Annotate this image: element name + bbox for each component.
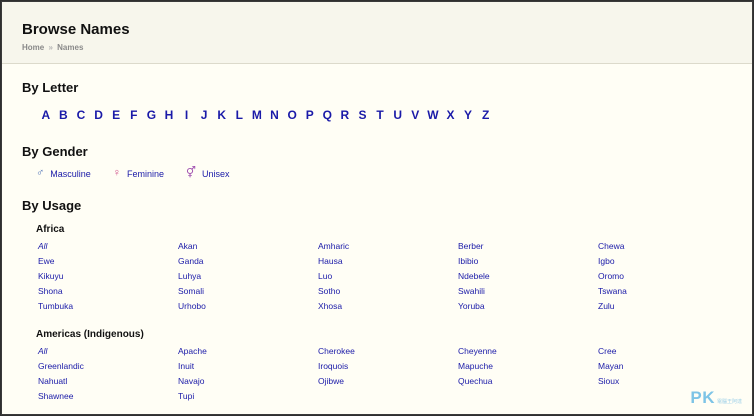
usage-link[interactable]: Cherokee <box>318 344 458 359</box>
letter-link-b[interactable]: B <box>58 108 70 122</box>
page-title: Browse Names <box>22 21 130 38</box>
gender-list: ♂ Masculine ♀ Feminine ⚥ Unisex <box>36 168 252 179</box>
usage-link[interactable]: Mayan <box>598 359 738 374</box>
letter-link-t[interactable]: T <box>374 108 386 122</box>
usage-link[interactable]: Sotho <box>318 284 458 299</box>
usage-link[interactable]: Navajo <box>178 374 318 389</box>
letter-link-a[interactable]: A <box>40 108 52 122</box>
unisex-icon: ⚥ <box>186 167 196 179</box>
usage-link[interactable]: Amharic <box>318 239 458 254</box>
usage-grid-africa: All Akan Amharic Berber Chewa Ewe Ganda Hausa Ib… <box>38 239 738 314</box>
letter-link-h[interactable]: H <box>163 108 175 122</box>
usage-link[interactable]: Urhobo <box>178 299 318 314</box>
usage-link[interactable]: Igbo <box>598 254 738 269</box>
letter-link-n[interactable]: N <box>269 108 281 122</box>
gender-link-label[interactable]: Feminine <box>127 169 164 179</box>
usage-link[interactable]: Somali <box>178 284 318 299</box>
by-gender-heading: By Gender <box>22 144 88 159</box>
usage-link[interactable]: Luhya <box>178 269 318 284</box>
usage-link[interactable]: Luo <box>318 269 458 284</box>
gender-link-label[interactable]: Masculine <box>50 169 91 179</box>
letter-link-q[interactable]: Q <box>322 108 334 122</box>
letter-link-y[interactable]: Y <box>462 108 474 122</box>
letter-link-r[interactable]: R <box>339 108 351 122</box>
letter-link-o[interactable]: O <box>286 108 298 122</box>
usage-link[interactable]: Nahuatl <box>38 374 178 389</box>
usage-link[interactable]: Shona <box>38 284 178 299</box>
letter-link-x[interactable]: X <box>445 108 457 122</box>
letter-link-d[interactable]: D <box>93 108 105 122</box>
usage-grid-americas: All Apache Cherokee Cheyenne Cree Greenlandic… <box>38 344 738 404</box>
usage-link[interactable]: All <box>38 344 178 359</box>
usage-link[interactable]: Hausa <box>318 254 458 269</box>
usage-link[interactable]: Cree <box>598 344 738 359</box>
letter-link-m[interactable]: M <box>251 108 263 122</box>
letter-link-p[interactable]: P <box>304 108 316 122</box>
letter-link-c[interactable]: C <box>75 108 87 122</box>
letter-link-z[interactable]: Z <box>480 108 492 122</box>
usage-link[interactable]: Oromo <box>598 269 738 284</box>
letter-link-s[interactable]: S <box>357 108 369 122</box>
page-frame: Browse Names Home » Names By Letter ABCD… <box>1 1 753 415</box>
by-letter-heading: By Letter <box>22 80 79 95</box>
gender-item-unisex[interactable]: ⚥ Unisex <box>186 168 229 179</box>
gender-item-masculine[interactable]: ♂ Masculine <box>36 168 91 179</box>
letter-link-i[interactable]: I <box>181 108 193 122</box>
letter-link-e[interactable]: E <box>110 108 122 122</box>
letter-list: ABCDEFGHIJKLMNOPQRSTUVWXYZ <box>40 108 497 122</box>
gender-item-feminine[interactable]: ♀ Feminine <box>113 168 164 179</box>
usage-link[interactable]: Ganda <box>178 254 318 269</box>
usage-link[interactable]: Chewa <box>598 239 738 254</box>
usage-group-heading-americas: Americas (Indigenous) <box>36 329 144 340</box>
usage-link[interactable]: Ojibwe <box>318 374 458 389</box>
usage-link[interactable]: Kikuyu <box>38 269 178 284</box>
letter-link-v[interactable]: V <box>409 108 421 122</box>
usage-link[interactable]: Ibibio <box>458 254 598 269</box>
usage-link[interactable]: Tupi <box>178 389 318 404</box>
usage-link[interactable]: Tswana <box>598 284 738 299</box>
usage-link[interactable]: Yoruba <box>458 299 598 314</box>
letter-link-j[interactable]: J <box>198 108 210 122</box>
usage-link[interactable]: Akan <box>178 239 318 254</box>
usage-link[interactable]: Swahili <box>458 284 598 299</box>
usage-group-heading-africa: Africa <box>36 224 65 235</box>
letter-link-l[interactable]: L <box>234 108 246 122</box>
gender-link-label[interactable]: Unisex <box>202 169 230 179</box>
usage-link[interactable]: Ewe <box>38 254 178 269</box>
usage-link[interactable]: Xhosa <box>318 299 458 314</box>
usage-link[interactable]: Cheyenne <box>458 344 598 359</box>
by-usage-heading: By Usage <box>22 198 82 213</box>
breadcrumb-home-link[interactable]: Home <box>22 43 44 52</box>
usage-link[interactable]: Greenlandic <box>38 359 178 374</box>
usage-link[interactable]: Ndebele <box>458 269 598 284</box>
feminine-icon: ♀ <box>112 167 122 179</box>
usage-link[interactable]: Mapuche <box>458 359 598 374</box>
usage-link[interactable]: Berber <box>458 239 598 254</box>
usage-link[interactable]: Tumbuka <box>38 299 178 314</box>
usage-link[interactable]: Apache <box>178 344 318 359</box>
watermark-logo: PK 電腦王阿達 <box>690 388 742 407</box>
usage-link[interactable]: Sioux <box>598 374 738 389</box>
letter-link-k[interactable]: K <box>216 108 228 122</box>
usage-link[interactable]: Iroquois <box>318 359 458 374</box>
breadcrumb: Home » Names <box>22 43 83 52</box>
letter-link-w[interactable]: W <box>427 108 439 122</box>
page-header: Browse Names Home » Names <box>2 2 752 64</box>
breadcrumb-separator: » <box>48 43 53 52</box>
usage-link[interactable]: Quechua <box>458 374 598 389</box>
masculine-icon: ♂ <box>36 167 45 179</box>
usage-link[interactable]: All <box>38 239 178 254</box>
letter-link-g[interactable]: G <box>146 108 158 122</box>
letter-link-u[interactable]: U <box>392 108 404 122</box>
usage-link[interactable]: Zulu <box>598 299 738 314</box>
usage-link[interactable]: Inuit <box>178 359 318 374</box>
breadcrumb-current: Names <box>57 43 84 52</box>
usage-link[interactable]: Shawnee <box>38 389 178 404</box>
letter-link-f[interactable]: F <box>128 108 140 122</box>
